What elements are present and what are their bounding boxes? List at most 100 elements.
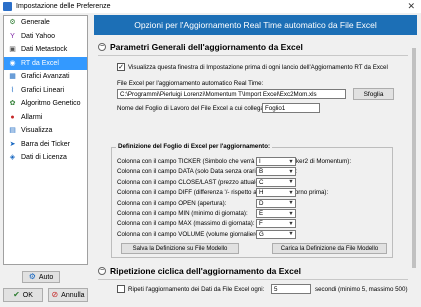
sidebar-item[interactable]: ◉ RT da Excel [4, 56, 87, 70]
save-defaults-button[interactable]: Salva la Definizione su File Modello [121, 243, 239, 254]
column-select-value: D [259, 199, 264, 207]
column-select[interactable]: H ▼ [256, 188, 296, 198]
sidebar-item[interactable]: ● Allarmi [4, 111, 87, 125]
sidebar-item-label: Visualizza [21, 127, 53, 135]
chevron-down-icon[interactable]: ▼ [287, 221, 295, 227]
sidebar-item-label: Grafici Avanzati [21, 73, 70, 81]
scrollbar-thumb[interactable] [412, 48, 416, 268]
line-chart-icon: ⌇ [10, 86, 15, 94]
browse-button[interactable]: Sfoglia [353, 88, 394, 100]
load-defaults-button[interactable]: Carica la Definizione da File Modello [272, 243, 387, 254]
column-select-value: C [259, 178, 264, 186]
page-header-text: Opzioni per l'Aggiornamento Real Time au… [134, 20, 377, 30]
excel-icon: ◉ [9, 59, 16, 67]
sheet-name-field[interactable]: Foglio1 [262, 103, 320, 113]
column-select-value: G [259, 230, 264, 238]
save-defaults-label: Salva la Definizione su File Modello [132, 245, 228, 252]
license-icon: ◈ [9, 154, 16, 162]
cancel-icon: ⊘ [51, 290, 59, 299]
sidebar-item-label: RT da Excel [21, 59, 59, 67]
chevron-down-icon[interactable]: ▼ [287, 159, 295, 165]
repeat-checkbox[interactable] [117, 285, 125, 293]
auto-button[interactable]: ⚙ Auto [22, 271, 60, 283]
sidebar-item-label: Grafici Lineari [21, 86, 65, 94]
show-window-checkbox[interactable]: ✓ [117, 63, 125, 71]
excel-file-path-field[interactable]: C:\Programmi\Pierluigi Lorenzi\Momentum … [117, 89, 346, 99]
section-divider [98, 55, 408, 56]
sidebar-item[interactable]: ▤ Visualizza [4, 124, 87, 138]
column-select-value: I [259, 158, 261, 165]
alarm-icon: ● [10, 113, 15, 121]
column-select[interactable]: C ▼ [256, 177, 296, 187]
sidebar-item[interactable]: ◈ Dati di Licenza [4, 151, 87, 165]
sidebar-item[interactable]: ▦ Grafici Avanzati [4, 70, 87, 84]
ok-button[interactable]: ✔ OK [3, 288, 43, 302]
yahoo-icon: Y [10, 32, 15, 40]
sidebar-item[interactable]: ✿ Algoritmo Genetico [4, 97, 87, 111]
column-field-label: Colonna con il campo MIN (minimo di gior… [117, 210, 248, 217]
column-select-value: F [259, 220, 263, 228]
app-icon [3, 2, 12, 11]
auto-icon: ⚙ [28, 272, 36, 281]
sheet-name-label: Nome del Foglio di Lavoro del File Excel… [117, 105, 273, 112]
sidebar-item[interactable]: ➤ Barra dei Ticker [4, 138, 87, 152]
sidebar-item-label: Dati Yahoo [21, 32, 55, 40]
section-divider [98, 279, 408, 280]
sidebar-item[interactable]: ⚙ Generale [4, 16, 87, 30]
sidebar: ⚙ Generale Y Dati Yahoo ▣ Dati Metastock ◉ RT d… [3, 15, 88, 265]
metastock-icon: ▣ [9, 46, 16, 54]
chevron-down-icon[interactable]: ▼ [287, 190, 295, 196]
sidebar-item-label: Algoritmo Genetico [21, 100, 81, 108]
column-field-label: Colonna con il campo DIFF (differenza '/… [117, 189, 329, 197]
column-field-label: Colonna con il campo VOLUME (volume gior… [117, 230, 263, 238]
cancel-button[interactable]: ⊘ Annulla [48, 288, 88, 302]
section-repeat-title-text: Ripetizione ciclica dell'aggiornamento d… [110, 266, 301, 276]
column-field-label: Colonna con il campo MAX (massimo di gio… [117, 220, 255, 228]
excel-file-label: File Excel per l'aggiornamento automatic… [117, 80, 264, 87]
ticker-bar-icon: ➤ [9, 140, 16, 148]
column-select[interactable]: G ▼ [256, 229, 296, 239]
collapse-icon[interactable]: − [98, 43, 106, 51]
title-bar: Impostazione delle Preferenze ✕ [0, 0, 421, 13]
sidebar-item-label: Dati Metastock [21, 46, 68, 54]
column-field-label: Colonna con il campo CLOSE/LAST (prezzo … [117, 178, 263, 186]
chevron-down-icon[interactable]: ▼ [287, 200, 295, 206]
gear-icon: ⚙ [9, 19, 16, 27]
column-select-value: E [259, 210, 264, 217]
advanced-chart-icon: ▦ [9, 73, 16, 81]
browse-button-label: Sfoglia [363, 90, 384, 98]
window-title: Impostazione delle Preferenze [16, 3, 111, 10]
repeat-label: Ripeti l'aggiornamento dei Dati da File … [128, 286, 265, 293]
sidebar-item[interactable]: ⌇ Grafici Lineari [4, 84, 87, 98]
vertical-scrollbar[interactable] [411, 38, 417, 302]
sidebar-item-label: Barra dei Ticker [21, 140, 71, 148]
sidebar-item[interactable]: ▣ Dati Metastock [4, 43, 87, 57]
chevron-down-icon[interactable]: ▼ [287, 231, 295, 237]
sidebar-item[interactable]: Y Dati Yahoo [4, 30, 87, 44]
column-select[interactable]: F ▼ [256, 219, 296, 229]
collapse-icon[interactable]: − [98, 267, 106, 275]
chevron-down-icon[interactable]: ▼ [287, 179, 295, 185]
sidebar-item-label: Allarmi [21, 113, 43, 121]
sidebar-item-label: Generale [21, 19, 50, 27]
column-select[interactable]: I ▼ [256, 157, 296, 166]
chevron-down-icon[interactable]: ▼ [287, 169, 295, 175]
column-select[interactable]: E ▼ [256, 209, 296, 218]
view-icon: ▤ [9, 127, 16, 135]
checkmark-icon: ✓ [118, 63, 124, 71]
column-select[interactable]: D ▼ [256, 198, 296, 208]
section-repeat-title[interactable]: − Ripetizione ciclica dell'aggiornamento… [98, 266, 301, 276]
page-header: Opzioni per l'Aggiornamento Real Time au… [94, 15, 417, 35]
repeat-seconds-field[interactable]: 5 [271, 284, 311, 294]
section-general-title[interactable]: − Parametri Generali dell'aggiornamento … [98, 42, 303, 52]
column-select-value: B [259, 168, 264, 176]
chevron-down-icon[interactable]: ▼ [287, 211, 295, 217]
column-select-value: H [259, 189, 264, 197]
column-select[interactable]: B ▼ [256, 167, 296, 177]
column-field-label: Colonna con il campo TICKER (Simbolo che… [117, 158, 352, 165]
check-icon: ✔ [13, 290, 20, 299]
close-icon[interactable]: ✕ [407, 2, 415, 11]
sheet-definition-title: Definizione del Foglio di Excel per l'ag… [116, 143, 273, 150]
load-defaults-label: Carica la Definizione da File Modello [280, 245, 379, 252]
show-window-label: Visualizza questa finestra di Impostazio… [128, 64, 388, 71]
